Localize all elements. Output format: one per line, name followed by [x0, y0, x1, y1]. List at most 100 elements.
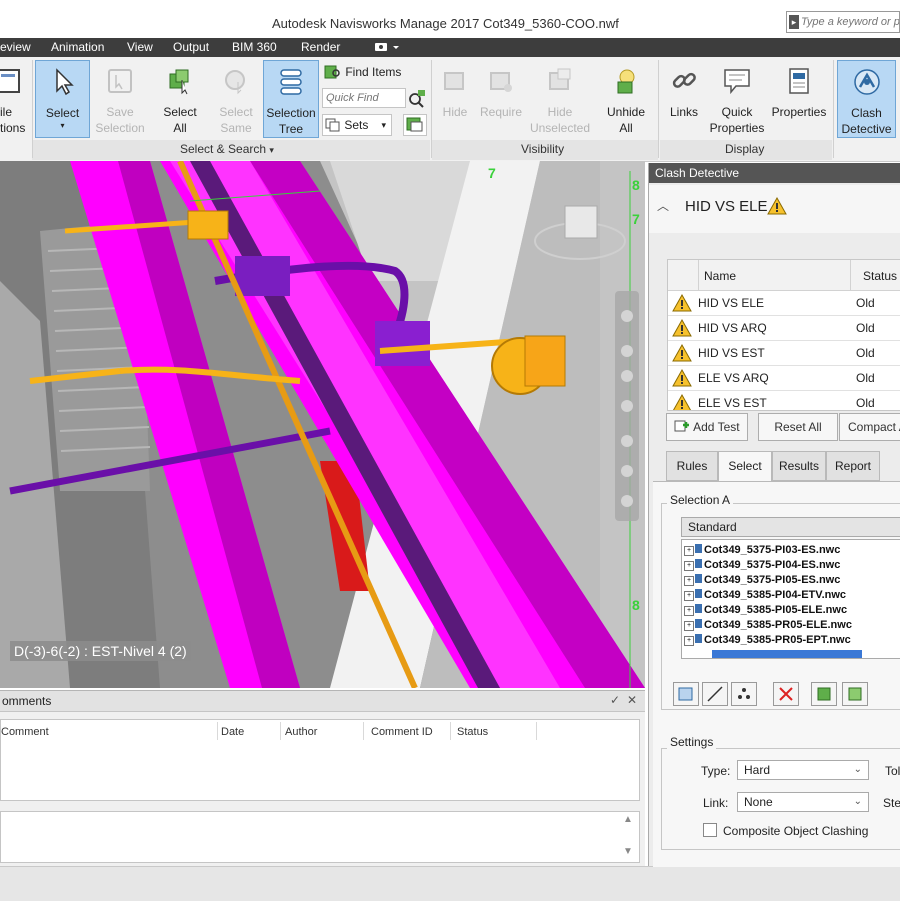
- current-test-name: HID VS ELE: [685, 198, 768, 215]
- select-in-scene-button[interactable]: [842, 682, 868, 706]
- tree-item-label: Cot349_5385-PR05-EPT.nwc: [704, 634, 851, 646]
- tree-item-selected-partial[interactable]: [712, 650, 862, 658]
- test-row[interactable]: HID VS EST Old: [668, 340, 900, 366]
- select-all-button[interactable]: Select All: [154, 60, 206, 138]
- comment-detail-area[interactable]: ▲ ▼: [0, 811, 640, 863]
- properties-button[interactable]: Properties: [768, 60, 830, 138]
- select-same-button[interactable]: Select Same: [210, 60, 262, 138]
- file-icon: [695, 544, 702, 553]
- tab-render[interactable]: Render: [301, 40, 340, 54]
- tab-select[interactable]: Select: [718, 451, 772, 482]
- selection-tree-button[interactable]: Selection Tree: [263, 60, 319, 138]
- selection-a-tree[interactable]: + Cot349_5375-PI03-ES.nwc + Cot349_5375-PI…: [681, 539, 900, 659]
- column-header-comment-id[interactable]: Comment ID: [371, 726, 433, 738]
- expand-icon[interactable]: +: [684, 561, 694, 571]
- search-dropdown-icon[interactable]: ▸: [789, 15, 799, 29]
- unhide-all-button[interactable]: Unhide All: [600, 60, 652, 138]
- help-search-input[interactable]: [801, 14, 899, 30]
- select-button[interactable]: Select ▾: [35, 60, 90, 138]
- file-icon: [695, 589, 702, 598]
- links-button[interactable]: Links: [663, 60, 705, 138]
- tree-item[interactable]: + Cot349_5375-PI05-ES.nwc: [684, 574, 840, 589]
- tree-item[interactable]: + Cot349_5375-PI04-ES.nwc: [684, 559, 840, 574]
- clash-detective-button[interactable]: Clash Detective: [837, 60, 896, 138]
- comments-panel: omments ✓ ✕ Comment Date Author Comment …: [0, 690, 645, 866]
- navigation-bar[interactable]: [615, 291, 639, 521]
- select-search-group-label[interactable]: Select & Search ▾: [180, 142, 274, 156]
- hide-button[interactable]: Hide: [436, 60, 474, 138]
- tab-review[interactable]: eview: [0, 40, 31, 54]
- expand-icon[interactable]: +: [684, 636, 694, 646]
- 3d-viewport[interactable]: 7 8 7 8 D(-3)-6(-2) : EST-Nivel 4 (2): [0, 161, 645, 688]
- expand-icon[interactable]: +: [684, 546, 694, 556]
- status-bar: [0, 866, 900, 901]
- tab-view[interactable]: View: [127, 40, 153, 54]
- composite-clashing-checkbox[interactable]: [703, 823, 717, 837]
- column-header-status[interactable]: Status: [863, 269, 897, 283]
- column-header-comment[interactable]: Comment: [1, 726, 49, 738]
- surfaces-toggle-button[interactable]: [673, 682, 699, 706]
- use-current-selection-button[interactable]: [811, 682, 837, 706]
- tree-item[interactable]: + Cot349_5385-PR05-EPT.nwc: [684, 634, 851, 649]
- find-items-button[interactable]: Find Items: [324, 64, 428, 82]
- sets-chevron-icon: ▾: [381, 120, 386, 130]
- test-name: HID VS ELE: [698, 296, 765, 310]
- ribbon-separator: [32, 60, 33, 158]
- manage-sets-button[interactable]: [403, 114, 427, 136]
- scroll-down-icon[interactable]: ▼: [623, 846, 633, 857]
- tab-bim360[interactable]: BIM 360: [232, 40, 277, 54]
- tab-animation[interactable]: Animation: [51, 40, 104, 54]
- type-dropdown[interactable]: Hard ⌄: [737, 760, 869, 780]
- compact-all-button[interactable]: Compact A: [839, 413, 900, 441]
- quick-find-input[interactable]: [326, 91, 402, 105]
- column-header-date[interactable]: Date: [221, 726, 244, 738]
- column-header-name[interactable]: Name: [704, 269, 736, 283]
- clash-panel-titlebar: Clash Detective: [649, 163, 900, 183]
- panel-close-icon[interactable]: ✕: [627, 693, 637, 707]
- tree-item[interactable]: + Cot349_5385-PI05-ELE.nwc: [684, 604, 847, 619]
- selection-mode-dropdown[interactable]: Standard: [681, 517, 900, 537]
- column-header-author[interactable]: Author: [285, 726, 317, 738]
- test-row[interactable]: HID VS ARQ Old: [668, 315, 900, 341]
- points-toggle-button[interactable]: [731, 682, 757, 706]
- collapse-chevron-icon[interactable]: ︿: [657, 197, 669, 214]
- tab-report[interactable]: Report: [826, 451, 880, 481]
- sets-dropdown[interactable]: Sets ▾: [322, 114, 392, 136]
- manage-sets-icon: [406, 117, 423, 132]
- hide-unselected-button[interactable]: Hide Unselected: [528, 60, 592, 138]
- quick-properties-button[interactable]: Quick Properties: [708, 60, 766, 138]
- test-row[interactable]: ELE VS EST Old: [668, 390, 900, 410]
- current-test-header[interactable]: ︿ HID VS ELE: [649, 185, 900, 233]
- test-row[interactable]: ELE VS ARQ Old: [668, 365, 900, 391]
- scroll-up-icon[interactable]: ▲: [623, 814, 633, 825]
- expand-icon[interactable]: +: [684, 576, 694, 586]
- require-button[interactable]: Require: [476, 60, 526, 138]
- camera-dropdown-icon[interactable]: [374, 41, 400, 56]
- ribbon-separator: [658, 60, 659, 158]
- tab-results[interactable]: Results: [772, 451, 826, 481]
- test-row[interactable]: HID VS ELE Old: [668, 290, 900, 316]
- lines-toggle-button[interactable]: [702, 682, 728, 706]
- link-dropdown[interactable]: None ⌄: [737, 792, 869, 812]
- expand-icon[interactable]: +: [684, 621, 694, 631]
- quick-find-search-icon[interactable]: [407, 88, 427, 108]
- save-selection-button[interactable]: Save Selection: [92, 60, 148, 138]
- reset-all-button[interactable]: Reset All: [758, 413, 838, 441]
- add-test-button[interactable]: Add Test: [666, 413, 748, 441]
- tab-output[interactable]: Output: [173, 40, 209, 54]
- sets-label: Sets: [344, 118, 369, 132]
- viewcube-icon[interactable]: [558, 203, 604, 247]
- expand-icon[interactable]: +: [684, 591, 694, 601]
- help-search-box[interactable]: ▸: [786, 11, 900, 33]
- expand-icon[interactable]: +: [684, 606, 694, 616]
- tolerance-label: Tol: [885, 764, 900, 778]
- tab-rules[interactable]: Rules: [666, 451, 718, 481]
- self-intersect-button[interactable]: [773, 682, 799, 706]
- tree-item[interactable]: + Cot349_5385-PR05-ELE.nwc: [684, 619, 852, 634]
- panel-pin-icon[interactable]: ✓: [610, 693, 620, 707]
- tree-item[interactable]: + Cot349_5385-PI04-ETV.nwc: [684, 589, 846, 604]
- tree-item[interactable]: + Cot349_5375-PI03-ES.nwc: [684, 544, 840, 559]
- column-header-status[interactable]: Status: [457, 726, 488, 738]
- quick-find-field[interactable]: [322, 88, 406, 108]
- compile-button[interactable]: ile tions: [0, 60, 30, 138]
